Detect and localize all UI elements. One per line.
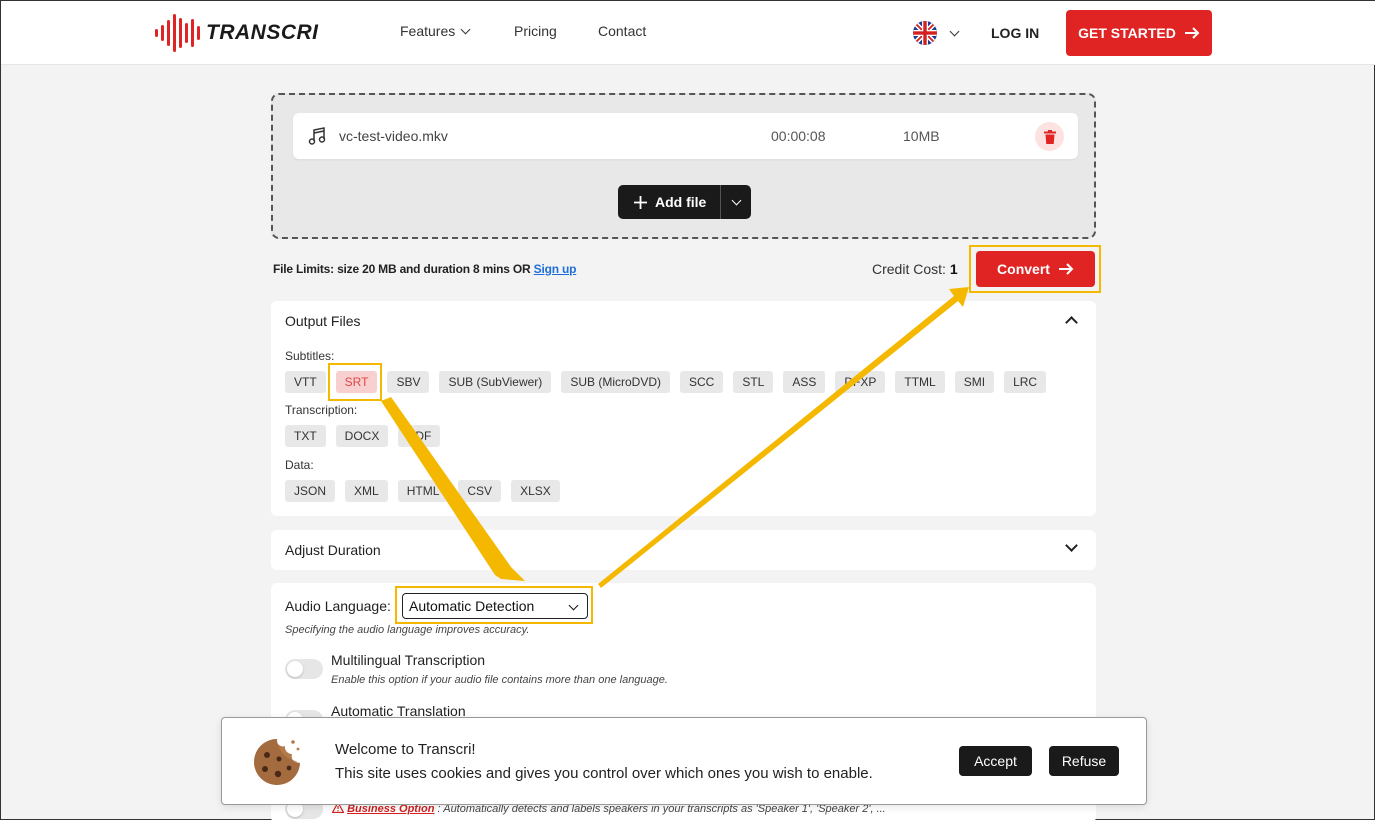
format-chip[interactable]: LRC <box>1004 371 1047 393</box>
credit-cost: Credit Cost: 1 <box>872 261 958 277</box>
music-note-icon <box>308 127 326 145</box>
accept-cookies-button[interactable]: Accept <box>959 746 1032 776</box>
format-chip[interactable]: TTML <box>895 371 945 393</box>
transcription-formats: TXT DOCX PDF <box>285 425 441 447</box>
delete-file-button[interactable] <box>1035 122 1064 151</box>
nav-contact[interactable]: Contact <box>598 23 668 39</box>
cookie-text: This site uses cookies and gives you con… <box>335 765 873 782</box>
add-file-dropdown[interactable] <box>721 185 751 219</box>
top-header: TRANSCRI Features Pricing Contact LOG IN… <box>1 1 1375 65</box>
waveform-logo-icon <box>155 13 200 53</box>
logo-text: TRANSCRI <box>206 21 319 44</box>
format-chip[interactable]: STL <box>733 371 774 393</box>
audio-language-hint: Specifying the audio language improves a… <box>285 624 530 636</box>
convert-label: Convert <box>997 261 1050 277</box>
file-duration: 00:00:08 <box>771 128 826 144</box>
chevron-down-icon <box>460 24 471 34</box>
add-file-label: Add file <box>655 194 707 210</box>
subtitle-formats: VTT SRT SBV SUB (SubViewer) SUB (MicroDV… <box>285 371 1047 393</box>
format-chip[interactable]: DOCX <box>335 425 389 447</box>
credit-cost-label: Credit Cost: <box>872 261 946 277</box>
format-chip[interactable]: XML <box>345 480 388 502</box>
file-dropzone[interactable]: vc-test-video.mkv 00:00:08 10MB Add file <box>271 93 1096 239</box>
nav-contact-label: Contact <box>598 23 647 39</box>
credit-cost-value: 1 <box>949 261 958 277</box>
audio-language-value: Automatic Detection <box>409 598 535 614</box>
add-file-button-group: Add file <box>618 185 752 219</box>
get-started-button[interactable]: GET STARTED <box>1066 10 1212 56</box>
srt-highlight-box <box>328 363 382 401</box>
format-chip[interactable]: CSV <box>458 480 502 502</box>
adjust-duration-panel[interactable]: Adjust Duration <box>271 530 1096 570</box>
format-chip[interactable]: SUB (MicroDVD) <box>561 371 670 393</box>
trash-icon <box>1043 129 1056 144</box>
language-selector[interactable] <box>913 21 960 45</box>
format-chip[interactable]: HTML <box>397 480 449 502</box>
audio-language-select[interactable]: Automatic Detection <box>402 593 588 619</box>
data-formats: JSON XML HTML CSV XLSX <box>285 480 560 502</box>
convert-button[interactable]: Convert <box>976 251 1095 287</box>
multilingual-title: Multilingual Transcription <box>331 652 486 668</box>
data-label: Data: <box>285 458 314 472</box>
file-row: vc-test-video.mkv 00:00:08 10MB <box>293 113 1078 159</box>
chevron-down-icon <box>949 26 960 36</box>
refuse-cookies-button[interactable]: Refuse <box>1049 746 1119 776</box>
signup-link[interactable]: Sign up <box>534 262 577 276</box>
format-chip[interactable]: TXT <box>285 425 326 447</box>
format-chip[interactable]: DFXP <box>835 371 886 393</box>
output-files-panel: Output Files Subtitles: VTT SRT SBV SUB … <box>271 301 1096 516</box>
file-size: 10MB <box>903 128 940 144</box>
get-started-label: GET STARTED <box>1078 25 1176 41</box>
format-chip[interactable]: SMI <box>954 371 995 393</box>
plus-icon <box>634 195 647 209</box>
multilingual-toggle[interactable] <box>285 659 323 679</box>
nav-features-label: Features <box>400 23 456 39</box>
audio-language-label: Audio Language: <box>285 598 391 614</box>
nav-pricing-label: Pricing <box>514 23 557 39</box>
transcription-label: Transcription: <box>285 403 358 417</box>
format-chip[interactable]: SUB (SubViewer) <box>439 371 552 393</box>
chevron-down-icon <box>568 600 579 611</box>
format-chip[interactable]: SCC <box>679 371 724 393</box>
logo[interactable]: TRANSCRI <box>155 13 319 53</box>
multilingual-hint: Enable this option if your audio file co… <box>331 674 668 686</box>
login-link[interactable]: LOG IN <box>991 25 1039 41</box>
format-chip[interactable]: JSON <box>285 480 336 502</box>
output-files-title: Output Files <box>285 313 361 329</box>
arrow-right-icon <box>1184 27 1200 39</box>
cookie-banner: Welcome to Transcri! This site uses cook… <box>221 717 1147 805</box>
adjust-duration-title: Adjust Duration <box>285 542 381 558</box>
format-chip[interactable]: ASS <box>783 371 826 393</box>
nav-features[interactable]: Features <box>400 23 480 39</box>
format-chip[interactable]: SBV <box>387 371 430 393</box>
cookie-icon <box>254 739 300 785</box>
chevron-up-icon[interactable] <box>1065 316 1078 329</box>
chevron-down-icon <box>731 195 742 205</box>
add-file-button[interactable]: Add file <box>618 185 722 219</box>
subtitles-label: Subtitles: <box>285 349 335 363</box>
file-limits: File Limits: size 20 MB and duration 8 m… <box>273 262 576 276</box>
nav-pricing[interactable]: Pricing <box>514 23 574 39</box>
arrow-right-icon <box>1058 263 1074 275</box>
chevron-down-icon[interactable] <box>1065 539 1078 552</box>
file-name: vc-test-video.mkv <box>339 128 448 144</box>
file-limits-text: File Limits: size 20 MB and duration 8 m… <box>273 262 534 276</box>
format-chip[interactable]: XLSX <box>511 480 560 502</box>
uk-flag-icon <box>913 21 937 45</box>
cookie-title: Welcome to Transcri! <box>335 741 476 758</box>
format-chip[interactable]: PDF <box>398 425 441 447</box>
format-chip[interactable]: VTT <box>285 371 326 393</box>
